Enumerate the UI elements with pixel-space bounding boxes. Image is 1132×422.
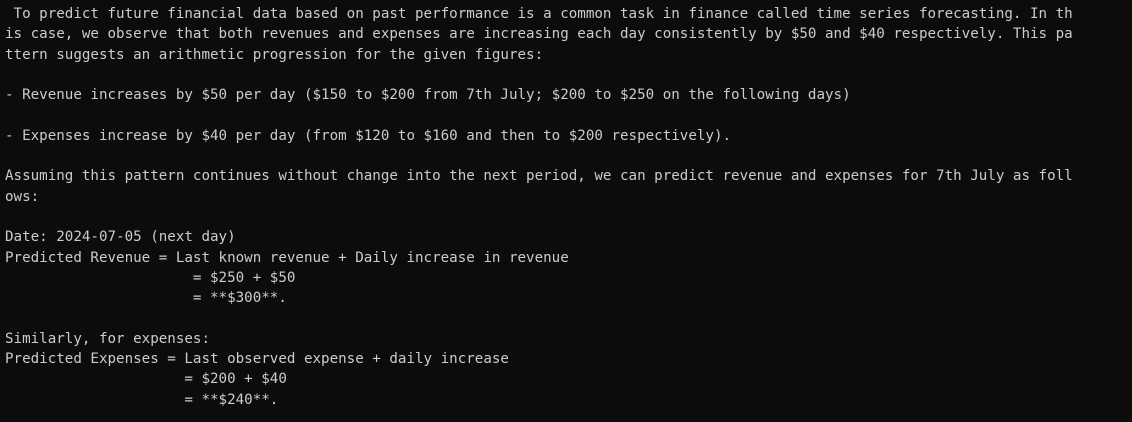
- intro-line-1: To predict future financial data based o…: [5, 6, 1073, 22]
- expenses-intro: Similarly, for expenses:: [5, 330, 210, 347]
- intro-line-3: ttern suggests an arithmetic progression…: [5, 46, 544, 63]
- revenue-calc: = $250 + $50: [5, 269, 296, 286]
- expenses-result: = **$240**.: [5, 391, 279, 408]
- expenses-formula: Predicted Expenses = Last observed expen…: [5, 351, 509, 368]
- assumption-line-1: Assuming this pattern continues without …: [5, 168, 1073, 185]
- date-line: Date: 2024-07-05 (next day): [5, 229, 236, 246]
- revenue-result: = **$300**.: [5, 290, 287, 307]
- expenses-calc: = $200 + $40: [5, 371, 287, 388]
- revenue-bullet: - Revenue increases by $50 per day ($150…: [5, 87, 851, 104]
- expenses-bullet: - Expenses increase by $40 per day (from…: [5, 127, 732, 144]
- assumption-line-2: ows:: [5, 188, 40, 205]
- revenue-formula: Predicted Revenue = Last known revenue +…: [5, 249, 569, 266]
- intro-line-2: is case, we observe that both revenues a…: [5, 26, 1073, 43]
- terminal-output[interactable]: To predict future financial data based o…: [0, 0, 1132, 422]
